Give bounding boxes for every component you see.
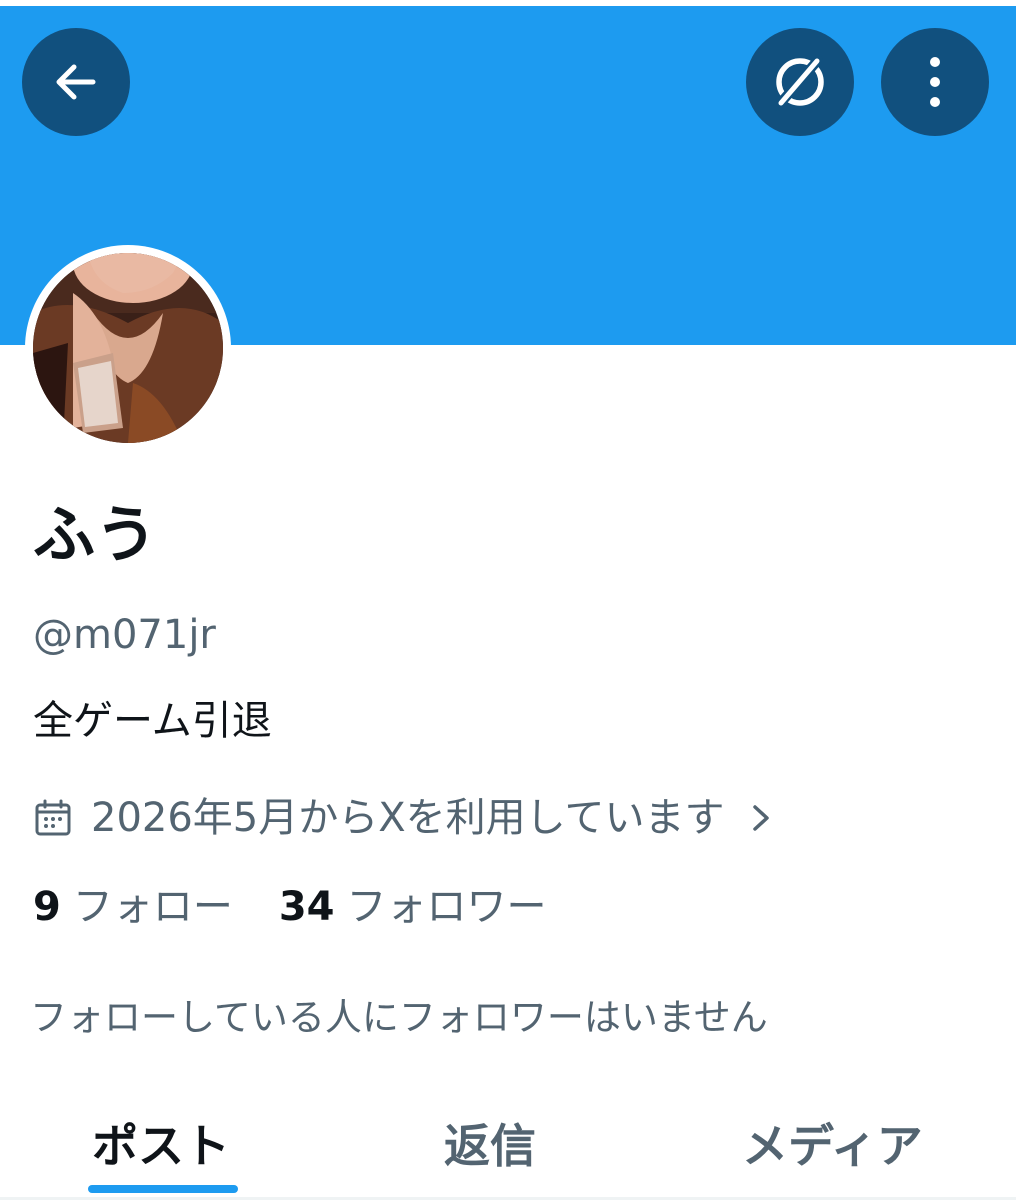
followers-link[interactable]: 34 フォロワー [279, 879, 547, 935]
more-vertical-icon [930, 57, 940, 107]
profile-tabs: ポスト 返信 メディア [0, 1090, 1016, 1200]
tab-replies[interactable]: 返信 [444, 1090, 536, 1196]
following-link[interactable]: 9 フォロー [33, 879, 233, 935]
joined-date-row[interactable]: 2026年5月からXを利用しています [33, 788, 776, 848]
joined-date-text: 2026年5月からXを利用しています [91, 795, 725, 841]
tab-media[interactable]: メディア [742, 1090, 923, 1196]
following-count: 9 [33, 884, 61, 930]
grok-button[interactable] [746, 28, 854, 136]
more-button[interactable] [881, 28, 989, 136]
back-button[interactable] [22, 28, 130, 136]
display-name: ふう [33, 498, 158, 571]
follow-stats: 9 フォロー 34 フォロワー [33, 879, 547, 935]
avatar-photo [33, 253, 223, 443]
mutual-followers-note: フォローしている人にフォロワーはいません [30, 996, 768, 1039]
avatar[interactable] [25, 245, 231, 451]
chevron-right-icon [753, 805, 770, 831]
user-handle: @m071jr [33, 612, 216, 658]
profile-bio: 全ゲーム引退 [33, 698, 272, 744]
followers-label: フォロワー [346, 884, 547, 930]
tab-posts[interactable]: ポスト [92, 1090, 230, 1196]
followers-count: 34 [278, 884, 335, 930]
status-strip [0, 0, 1016, 6]
following-label: フォロー [72, 884, 233, 930]
active-tab-indicator [88, 1185, 238, 1193]
grok-icon [773, 55, 824, 111]
arrow-left-icon [56, 64, 96, 100]
calendar-icon [35, 799, 71, 836]
